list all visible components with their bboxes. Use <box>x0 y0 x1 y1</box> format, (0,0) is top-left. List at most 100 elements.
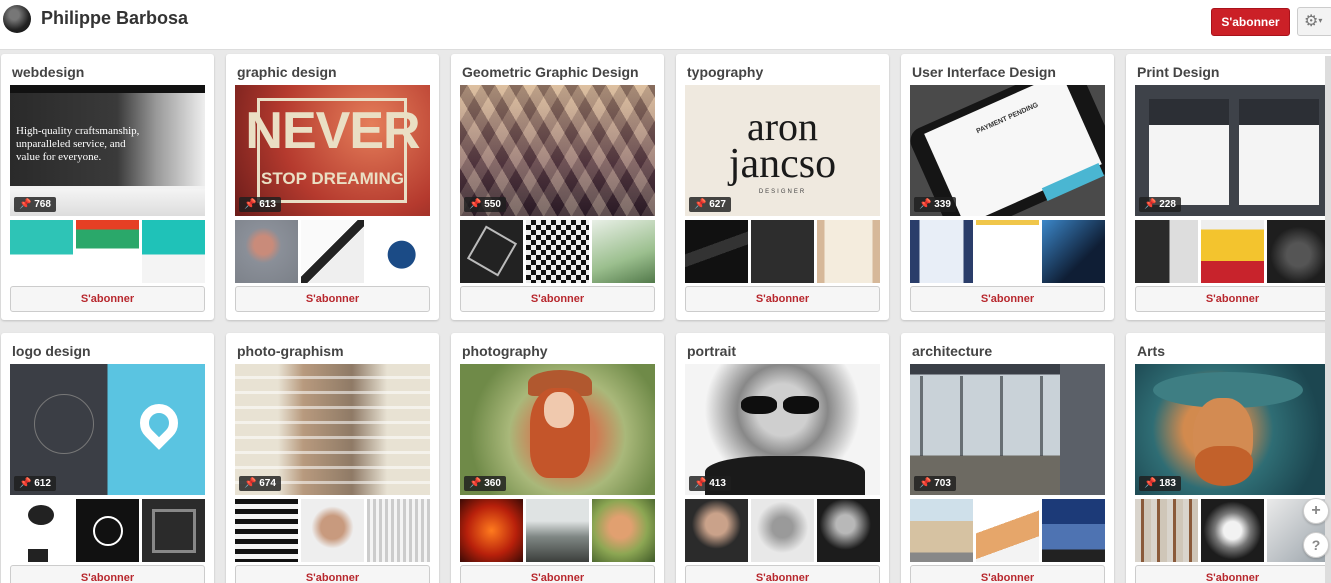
follow-all-button[interactable]: S'abonner <box>1211 8 1290 36</box>
board-thumbnail[interactable] <box>235 499 298 562</box>
board-cover[interactable]: 📌 703 <box>910 364 1105 495</box>
board-thumbnail[interactable] <box>751 220 814 283</box>
follow-board-button[interactable]: S'abonner <box>10 286 205 312</box>
board-cover[interactable]: 📌 550 <box>460 85 655 216</box>
board-thumbnail[interactable] <box>1201 499 1264 562</box>
board-cover[interactable]: 📌 183 <box>1135 364 1330 495</box>
board-thumbnail[interactable] <box>910 220 973 283</box>
board-thumbnail[interactable] <box>976 499 1039 562</box>
board-thumbnail[interactable] <box>1042 220 1105 283</box>
board-thumbnail[interactable] <box>1201 220 1264 283</box>
board-cover[interactable]: High-quality craftsmanship, unparalleled… <box>10 85 205 216</box>
board-thumbnail[interactable] <box>910 499 973 562</box>
cover-subline: STOP DREAMING <box>261 169 404 188</box>
board-thumbnail[interactable] <box>526 220 589 283</box>
board-thumbnail[interactable] <box>592 220 655 283</box>
board-thumbnail[interactable] <box>142 220 205 283</box>
follow-board-button[interactable]: S'abonner <box>1135 286 1330 312</box>
board-thumbnail[interactable] <box>460 499 523 562</box>
board-thumbnail[interactable] <box>685 499 748 562</box>
board-thumbnail[interactable] <box>685 220 748 283</box>
board-cover[interactable]: 📌 413 <box>685 364 880 495</box>
board-card[interactable]: webdesign High-quality craftsmanship, un… <box>1 54 214 320</box>
follow-board-button[interactable]: S'abonner <box>910 565 1105 583</box>
pin-icon: 📌 <box>244 478 257 489</box>
board-cover[interactable]: PAYMENT PENDING 📌 339 <box>910 85 1105 216</box>
follow-board-button[interactable]: S'abonner <box>910 286 1105 312</box>
board-card[interactable]: photo-graphism 📌 674 S'abonner <box>226 333 439 583</box>
pin-count: 📌 413 <box>689 476 731 491</box>
board-thumbnail[interactable] <box>592 499 655 562</box>
settings-button[interactable]: ⚙▾ <box>1297 7 1331 36</box>
board-title[interactable]: photography <box>462 343 548 359</box>
board-thumbnail[interactable] <box>10 499 73 562</box>
board-title[interactable]: graphic design <box>237 64 337 80</box>
board-title[interactable]: portrait <box>687 343 736 359</box>
board-card[interactable]: logo design 📌 612 S'abonner <box>1 333 214 583</box>
board-cover[interactable]: 📌 674 <box>235 364 430 495</box>
gear-icon: ⚙ <box>1304 13 1319 30</box>
help-icon[interactable]: ? <box>1303 532 1329 558</box>
board-title[interactable]: typography <box>687 64 763 80</box>
board-thumbnail[interactable] <box>301 220 364 283</box>
board-thumbnail[interactable] <box>817 220 880 283</box>
board-thumbnail[interactable] <box>1135 499 1198 562</box>
pin-count-value: 627 <box>709 199 726 210</box>
board-thumbnail[interactable] <box>142 499 205 562</box>
board-title[interactable]: Print Design <box>1137 64 1219 80</box>
board-thumbnail[interactable] <box>1135 220 1198 283</box>
board-thumbnail[interactable] <box>751 499 814 562</box>
sunglasses-shape <box>741 396 777 414</box>
board-thumbnail[interactable] <box>1267 220 1330 283</box>
board-thumbnail[interactable] <box>817 499 880 562</box>
board-card[interactable]: Geometric Graphic Design 📌 550 S'abonner <box>451 54 664 320</box>
board-thumbnail[interactable] <box>460 220 523 283</box>
board-card[interactable]: graphic design NEVER STOP DREAMING 📌 613… <box>226 54 439 320</box>
avatar[interactable] <box>3 5 31 33</box>
board-card[interactable]: Print Design 📌 228 S'abonner <box>1126 54 1331 320</box>
pin-count: 📌 360 <box>464 476 506 491</box>
site-nav-strip <box>10 85 205 93</box>
board-card[interactable]: typography aron jancso DESIGNER 📌 627 S'… <box>676 54 889 320</box>
follow-board-button[interactable]: S'abonner <box>685 565 880 583</box>
follow-board-button[interactable]: S'abonner <box>460 286 655 312</box>
board-cover[interactable]: 📌 612 <box>10 364 205 495</box>
follow-board-button[interactable]: S'abonner <box>460 565 655 583</box>
board-thumbnail[interactable] <box>526 499 589 562</box>
board-title[interactable]: Arts <box>1137 343 1165 359</box>
board-card[interactable]: Arts 📌 183 S'abonner <box>1126 333 1331 583</box>
board-title[interactable]: webdesign <box>12 64 84 80</box>
plus-icon[interactable]: + <box>1303 498 1329 524</box>
board-thumbnail[interactable] <box>976 220 1039 283</box>
board-card[interactable]: User Interface Design PAYMENT PENDING 📌 … <box>901 54 1114 320</box>
board-thumbnail[interactable] <box>235 220 298 283</box>
profile-name[interactable]: Philippe Barbosa <box>41 8 188 29</box>
board-thumbnail[interactable] <box>301 499 364 562</box>
pin-icon: 📌 <box>244 199 257 210</box>
board-title[interactable]: architecture <box>912 343 992 359</box>
board-card[interactable]: photography 📌 360 S'abonner <box>451 333 664 583</box>
board-thumbnail[interactable] <box>76 220 139 283</box>
follow-board-button[interactable]: S'abonner <box>685 286 880 312</box>
wall-shape <box>1060 364 1105 495</box>
board-cover[interactable]: 📌 228 <box>1135 85 1330 216</box>
board-title[interactable]: photo-graphism <box>237 343 344 359</box>
board-card[interactable]: architecture 📌 703 S'abonner <box>901 333 1114 583</box>
follow-board-button[interactable]: S'abonner <box>235 565 430 583</box>
board-title[interactable]: Geometric Graphic Design <box>462 64 639 80</box>
board-cover[interactable]: 📌 360 <box>460 364 655 495</box>
board-thumbnail[interactable] <box>367 499 430 562</box>
board-thumbnail[interactable] <box>76 499 139 562</box>
follow-board-button[interactable]: S'abonner <box>235 286 430 312</box>
board-thumbnail[interactable] <box>367 220 430 283</box>
board-card[interactable]: portrait 📌 413 S'abonner <box>676 333 889 583</box>
follow-board-button[interactable]: S'abonner <box>10 565 205 583</box>
board-title[interactable]: logo design <box>12 343 91 359</box>
board-cover[interactable]: aron jancso DESIGNER 📌 627 <box>685 85 880 216</box>
board-thumbnail[interactable] <box>10 220 73 283</box>
board-title[interactable]: User Interface Design <box>912 64 1056 80</box>
board-cover[interactable]: NEVER STOP DREAMING 📌 613 <box>235 85 430 216</box>
board-thumbnail[interactable] <box>1042 499 1105 562</box>
follow-board-button[interactable]: S'abonner <box>1135 565 1330 583</box>
pin-icon: 📌 <box>1144 199 1157 210</box>
